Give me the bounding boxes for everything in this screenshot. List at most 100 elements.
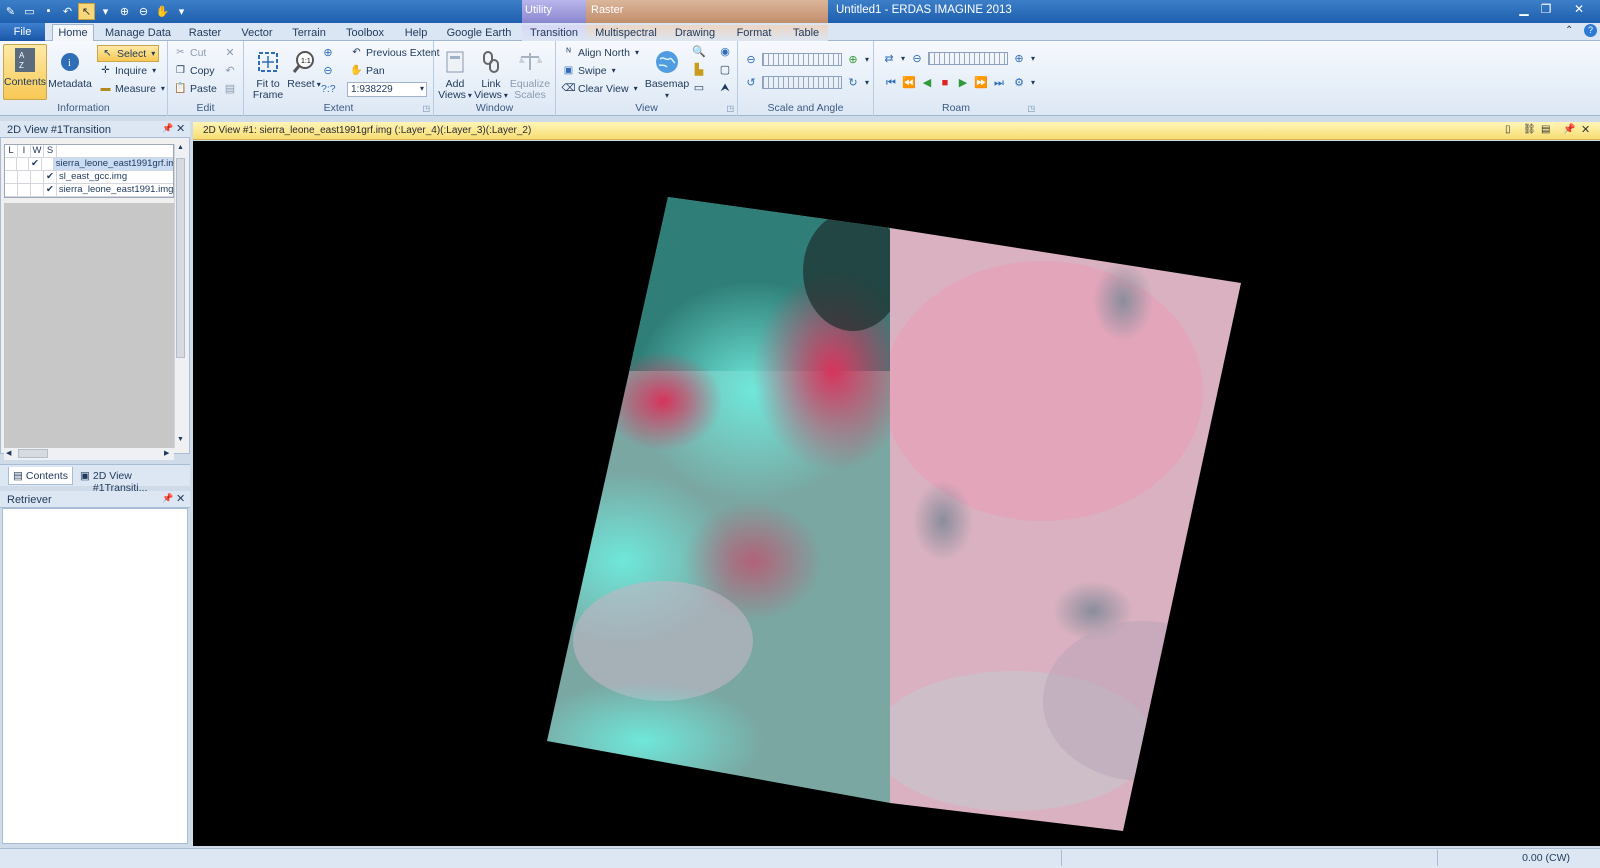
chevron-down-icon[interactable]: ▾: [860, 53, 874, 67]
scroll-right-icon[interactable]: ▶: [164, 449, 169, 457]
scale-slider[interactable]: [762, 53, 842, 66]
tab-terrain[interactable]: Terrain: [286, 25, 332, 42]
scale-increase-icon[interactable]: ⊕: [846, 53, 860, 67]
scroll-left-icon[interactable]: ◀: [6, 449, 11, 457]
tab-home[interactable]: Home: [52, 24, 94, 42]
tab-drawing[interactable]: Drawing: [666, 25, 724, 42]
undo-edit-icon[interactable]: ↶: [223, 64, 237, 78]
first-icon[interactable]: ⏮: [884, 76, 898, 90]
inquire-button[interactable]: ✛ Inquire: [99, 64, 156, 77]
last-icon[interactable]: ⏭: [992, 76, 1006, 90]
tab-contents[interactable]: ▤ Contents: [8, 467, 73, 485]
tab-2d-view[interactable]: ▣ 2D View #1Transiti...: [76, 467, 190, 494]
close-icon[interactable]: ✕: [176, 492, 185, 505]
rotate-cw-icon[interactable]: ↻: [846, 76, 860, 90]
fit-to-frame-button[interactable]: Fit to Frame: [248, 47, 288, 101]
satellite-image[interactable]: [193, 141, 1600, 846]
angle-slider[interactable]: [762, 76, 842, 89]
select-button[interactable]: ↖ Select: [97, 45, 160, 62]
save-icon[interactable]: ▪: [40, 3, 57, 20]
background-color-icon[interactable]: ▭: [692, 81, 706, 95]
speed-decrease-icon[interactable]: ⊖: [910, 52, 924, 66]
close-icon[interactable]: ✕: [176, 122, 185, 135]
dialog-launcher-icon[interactable]: ◳: [1027, 104, 1035, 113]
scale-decrease-icon[interactable]: ⊖: [744, 53, 758, 67]
app-icon[interactable]: ✎: [2, 3, 19, 20]
copy-button[interactable]: ❐ Copy: [174, 64, 215, 77]
collapse-ribbon-icon[interactable]: ⌃: [1565, 25, 1573, 36]
dialog-launcher-icon[interactable]: ◳: [422, 104, 430, 113]
reset-button[interactable]: 1:1 Reset: [284, 47, 324, 90]
layer-table[interactable]: L I W S ✔ sierra_leone_east1991grf.img ✔…: [4, 144, 174, 198]
north-tool-icon[interactable]: ⮝: [718, 81, 732, 95]
vertical-scrollbar[interactable]: ▲ ▼: [174, 144, 186, 448]
chart-tool-icon[interactable]: ▙: [692, 63, 706, 77]
play-reverse-icon[interactable]: ◀: [920, 76, 934, 90]
tab-format[interactable]: Format: [724, 25, 784, 42]
help-icon[interactable]: ?: [1584, 24, 1597, 37]
align-north-button[interactable]: ᴺ Align North: [562, 46, 639, 59]
step-forward-icon[interactable]: ⏩: [974, 76, 988, 90]
tab-raster[interactable]: Raster: [182, 25, 228, 42]
pin-icon[interactable]: 📌: [1563, 124, 1575, 135]
step-back-icon[interactable]: ⏪: [902, 76, 916, 90]
layer-row[interactable]: ✔ sierra_leone_east1991.img: [5, 184, 173, 197]
zoom-tool-icon[interactable]: 🔍: [692, 45, 706, 59]
add-views-button[interactable]: Add Views: [436, 47, 474, 101]
roam-path-icon[interactable]: ⇄: [882, 52, 896, 66]
tab-google-earth[interactable]: Google Earth: [446, 25, 512, 42]
play-icon[interactable]: ▶: [956, 76, 970, 90]
tab-table[interactable]: Table: [784, 25, 828, 42]
visibility-check-icon[interactable]: ✔: [29, 158, 42, 170]
chevron-down-icon[interactable]: ▾: [896, 52, 910, 66]
map-viewport[interactable]: [193, 141, 1600, 846]
horizontal-scrollbar[interactable]: ◀ ▶: [4, 448, 174, 460]
scroll-thumb[interactable]: [176, 158, 185, 358]
basemap-button[interactable]: Basemap ▾: [645, 47, 689, 101]
chevron-down-icon[interactable]: ▾: [860, 76, 874, 90]
visibility-check-icon[interactable]: ✔: [44, 171, 57, 183]
pan-button[interactable]: ✋ Pan: [350, 64, 384, 77]
layer-row[interactable]: ✔ sl_east_gcc.img: [5, 171, 173, 184]
unknown-scale-button[interactable]: ?:?: [321, 83, 336, 95]
roam-speed-slider[interactable]: [928, 52, 1008, 65]
chevron-down-icon[interactable]: ▾: [1026, 52, 1040, 66]
pan-icon[interactable]: ✋: [154, 3, 171, 20]
scroll-up-icon[interactable]: ▲: [177, 144, 184, 151]
delete-icon[interactable]: ✕: [223, 46, 237, 60]
scroll-down-icon[interactable]: ▼: [177, 436, 184, 443]
zoom-in-icon[interactable]: ⊕: [321, 46, 335, 60]
stop-icon[interactable]: ■: [938, 76, 952, 90]
dialog-launcher-icon[interactable]: ◳: [726, 104, 734, 113]
contents-button[interactable]: AZ Contents: [3, 44, 47, 100]
scale-combobox[interactable]: 1:938229 ▾: [347, 82, 427, 97]
close-icon[interactable]: ✕: [1581, 123, 1590, 136]
paste-button[interactable]: 📋 Paste: [174, 82, 217, 95]
tab-toolbox[interactable]: Toolbox: [340, 25, 390, 42]
previous-extent-button[interactable]: ↶ Previous Extent: [350, 46, 439, 59]
roam-options-icon[interactable]: ⚙: [1012, 76, 1026, 90]
tab-transition[interactable]: Transition: [522, 25, 586, 42]
select-pointer-icon[interactable]: ↖: [78, 2, 95, 20]
clipboard-icon[interactable]: ▤: [223, 82, 237, 96]
view-tool-icon[interactable]: ▯: [1505, 124, 1511, 135]
view-link-icon[interactable]: ⛓: [1523, 124, 1536, 135]
tab-vector[interactable]: Vector: [234, 25, 280, 42]
restore-icon[interactable]: ❐: [1535, 2, 1557, 18]
cut-button[interactable]: ✂ Cut: [174, 46, 206, 59]
swipe-button[interactable]: ▣ Swipe: [562, 64, 616, 77]
link-views-button[interactable]: Link Views: [472, 47, 510, 101]
zoom-out-icon[interactable]: ⊖: [135, 3, 152, 20]
dropdown-icon[interactable]: ▾: [97, 3, 114, 20]
zoom-in-icon[interactable]: ⊕: [116, 3, 133, 20]
view-save-icon[interactable]: ▤: [1541, 124, 1550, 135]
speed-increase-icon[interactable]: ⊕: [1012, 52, 1026, 66]
clear-view-button[interactable]: ⌫ Clear View: [561, 82, 638, 95]
metadata-button[interactable]: i Metadata: [48, 47, 92, 90]
open-icon[interactable]: ▭: [21, 3, 38, 20]
layer-row[interactable]: ✔ sierra_leone_east1991grf.img: [5, 158, 173, 171]
tab-manage-data[interactable]: Manage Data: [104, 25, 172, 42]
tab-multispectral[interactable]: Multispectral: [586, 25, 666, 42]
measure-button[interactable]: ▬ Measure: [99, 82, 165, 95]
info-tool-icon[interactable]: ◉: [718, 45, 732, 59]
